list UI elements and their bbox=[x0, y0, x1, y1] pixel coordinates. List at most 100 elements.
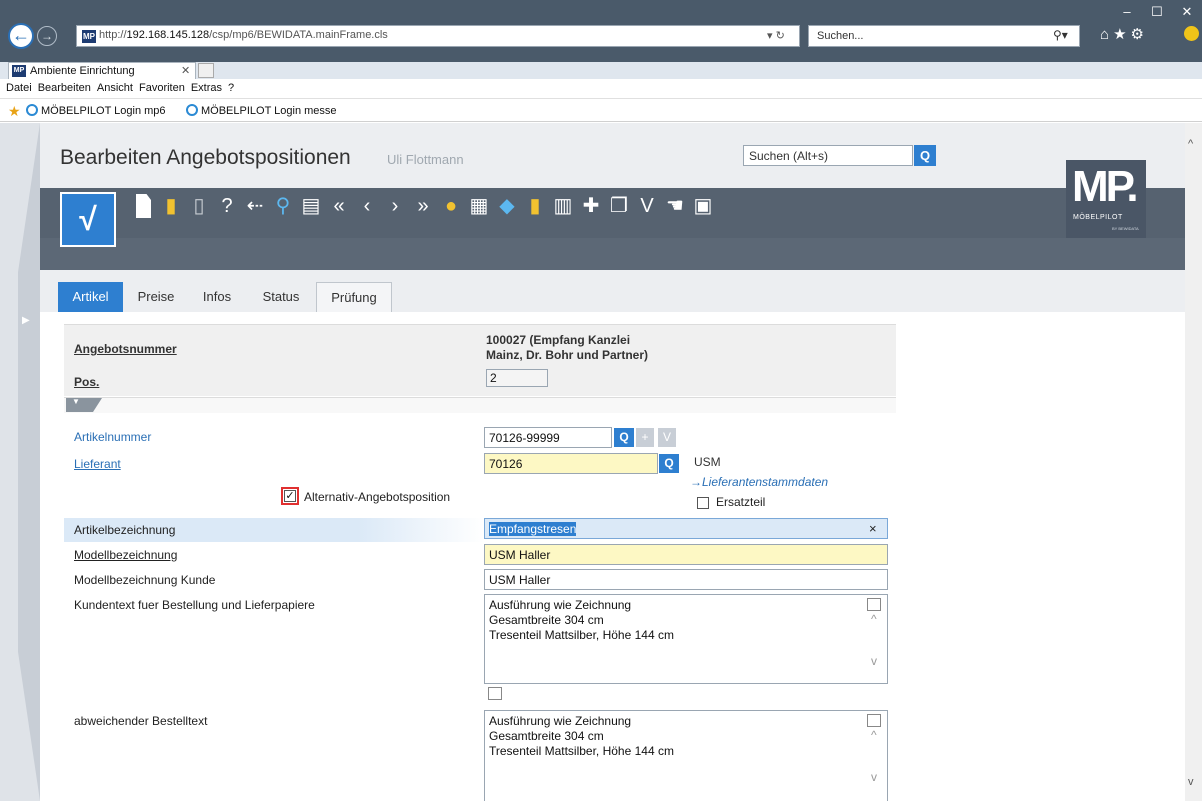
hand-document-icon[interactable]: ☚ bbox=[664, 194, 686, 218]
lieferant-input[interactable]: 70126 bbox=[484, 453, 658, 474]
ersatzteil-label: Ersatzteil bbox=[716, 495, 766, 509]
browser-search-input[interactable]: Suchen... ⚲▾ bbox=[808, 25, 1080, 47]
expand-arrow-icon[interactable]: ▶ bbox=[22, 315, 30, 326]
tab-preise[interactable]: Preise bbox=[126, 282, 186, 312]
collapse-arrow-icon[interactable]: ▼ bbox=[72, 397, 80, 406]
language-flag-icon[interactable]: ✚ bbox=[580, 194, 602, 218]
artikelnummer-label: Artikelnummer bbox=[74, 430, 152, 444]
tab-close-icon[interactable]: ✕ bbox=[181, 64, 190, 77]
pos-field[interactable]: 2 bbox=[486, 369, 548, 387]
last-record-icon[interactable]: » bbox=[412, 194, 434, 218]
pos-label[interactable]: Pos. bbox=[74, 375, 99, 389]
artikelnummer-search-button[interactable]: Q bbox=[614, 428, 634, 447]
refresh-icon[interactable]: ▾ ↻ bbox=[767, 29, 785, 42]
scroll-up-icon[interactable]: ^ bbox=[1188, 138, 1193, 150]
angebotsnummer-label[interactable]: Angebotsnummer bbox=[74, 342, 177, 356]
vertical-scrollbar[interactable] bbox=[1185, 123, 1202, 801]
boxes-icon[interactable]: ◆ bbox=[496, 194, 518, 218]
lieferantenstammdaten-link[interactable]: →Lieferantenstammdaten bbox=[690, 475, 828, 489]
first-record-icon[interactable]: « bbox=[328, 194, 350, 218]
app-search-button[interactable]: Q bbox=[914, 145, 936, 166]
previous-record-icon[interactable]: ‹ bbox=[356, 194, 378, 218]
text-compare-icon[interactable]: ▣ bbox=[692, 194, 714, 218]
artikelbezeichnung-input[interactable]: Empfangstresen bbox=[484, 518, 888, 539]
artikel-variant-icon[interactable]: V bbox=[658, 428, 676, 447]
kundentext-line: Tresenteil Mattsilber, Höhe 144 cm bbox=[489, 628, 674, 642]
scroll-down-chevron-icon[interactable]: v bbox=[871, 770, 877, 784]
bestelltext-textarea[interactable]: Ausführung wie Zeichnung Gesamtbreite 30… bbox=[484, 710, 888, 801]
angebotsnummer-value-line2: Mainz, Dr. Bohr und Partner) bbox=[486, 348, 649, 362]
help-icon[interactable]: ? bbox=[216, 194, 238, 218]
maximize-icon[interactable]: ☐ bbox=[1142, 4, 1172, 20]
modellbezeichnung-kunde-input[interactable]: USM Haller bbox=[484, 569, 888, 590]
logo-subtext: BY BEWIDATA bbox=[1112, 226, 1139, 231]
artikelbezeichnung-label: Artikelbezeichnung bbox=[74, 523, 176, 537]
lieferant-search-button[interactable]: Q bbox=[659, 454, 679, 473]
tab-artikel[interactable]: Artikel bbox=[58, 282, 123, 312]
toolbar-icons: ▮ ▯? ⇠ ⚲ ▤ «‹ ›» ● ▦ ◆ ▮ ▥ ✚ ❐ V ☚ ▣ bbox=[132, 194, 720, 218]
browser-tab[interactable]: MP Ambiente Einrichtung ✕ bbox=[8, 62, 196, 79]
comment-icon[interactable] bbox=[867, 598, 881, 611]
feedback-smiley-icon[interactable] bbox=[1184, 26, 1199, 41]
variant-icon[interactable]: V bbox=[636, 194, 658, 218]
page-title: Bearbeiten Angebotspositionen bbox=[60, 146, 351, 169]
coins-icon[interactable]: ● bbox=[440, 194, 462, 218]
back-arrow-icon[interactable]: ⇠ bbox=[244, 194, 266, 218]
menu-extras[interactable]: Extras bbox=[191, 79, 222, 97]
tab-status[interactable]: Status bbox=[248, 282, 314, 312]
menu-favoriten[interactable]: Favoriten bbox=[139, 79, 185, 97]
tab-pruefung[interactable]: Prüfung bbox=[316, 282, 392, 312]
tab-title: Ambiente Einrichtung bbox=[30, 65, 135, 77]
artikelnummer-input[interactable]: 70126-99999 bbox=[484, 427, 612, 448]
browser-toolbar-icons[interactable]: ⌂★⚙ bbox=[1100, 25, 1148, 43]
menu-ansicht[interactable]: Ansicht bbox=[97, 79, 133, 97]
menu-help[interactable]: ? bbox=[228, 79, 234, 97]
copy-icon[interactable]: ❐ bbox=[608, 194, 630, 218]
menu-bearbeiten[interactable]: Bearbeiten bbox=[38, 79, 91, 97]
print-icon[interactable]: ▤ bbox=[300, 194, 322, 218]
window-controls: – ☐ ✕ bbox=[1112, 4, 1202, 20]
open-folder-icon[interactable]: ▮ bbox=[160, 194, 182, 218]
textblock-icon[interactable] bbox=[488, 687, 502, 700]
kundentext-textarea[interactable]: Ausführung wie Zeichnung Gesamtbreite 30… bbox=[484, 594, 888, 684]
next-record-icon[interactable]: › bbox=[384, 194, 406, 218]
search-magnifier-icon[interactable]: ⚲ bbox=[272, 194, 294, 218]
scroll-down-icon[interactable]: v bbox=[1188, 776, 1194, 788]
app-search-input[interactable]: Suchen (Alt+s) bbox=[743, 145, 913, 166]
forward-button[interactable]: → bbox=[37, 26, 57, 46]
report-icon[interactable]: ▦ bbox=[468, 194, 490, 218]
scroll-down-chevron-icon[interactable]: v bbox=[871, 654, 877, 668]
document-settings-icon[interactable]: ▥ bbox=[552, 194, 574, 218]
clear-input-icon[interactable]: × bbox=[869, 521, 877, 536]
scroll-up-chevron-icon[interactable]: ^ bbox=[871, 612, 877, 626]
delete-bin-icon[interactable]: ▯ bbox=[188, 194, 210, 218]
user-name: Uli Flottmann bbox=[387, 152, 464, 167]
minimize-icon[interactable]: – bbox=[1112, 4, 1142, 19]
logo-text: MÖBELPILOT bbox=[1073, 214, 1123, 221]
ersatzteil-checkbox[interactable] bbox=[697, 497, 709, 509]
artikel-add-icon[interactable]: + bbox=[636, 428, 654, 447]
address-bar[interactable]: MP http://192.168.145.128/csp/mp6/BEWIDA… bbox=[76, 25, 800, 47]
lieferant-label[interactable]: Lieferant bbox=[74, 457, 121, 471]
save-confirm-button[interactable]: √ bbox=[60, 192, 116, 247]
collapse-bar bbox=[64, 397, 896, 413]
new-tab-button[interactable] bbox=[198, 63, 214, 78]
menu-datei[interactable]: Datei bbox=[6, 79, 32, 97]
scroll-up-chevron-icon[interactable]: ^ bbox=[871, 728, 877, 742]
search-icon[interactable]: ⚲▾ bbox=[1053, 28, 1068, 42]
favorite-link-messe[interactable]: MÖBELPILOT Login messe bbox=[186, 104, 337, 117]
modellbezeichnung-label[interactable]: Modellbezeichnung bbox=[74, 548, 177, 562]
close-window-icon[interactable]: ✕ bbox=[1172, 4, 1202, 20]
back-button[interactable]: ← bbox=[8, 23, 34, 49]
logo-mark: MP. bbox=[1072, 162, 1139, 211]
new-document-icon[interactable] bbox=[136, 194, 151, 218]
tab-infos[interactable]: Infos bbox=[188, 282, 246, 312]
add-favorite-icon[interactable]: ★ bbox=[8, 103, 21, 120]
favorites-bar: ★ MÖBELPILOT Login mp6 MÖBELPILOT Login … bbox=[0, 100, 1202, 122]
moebelpilot-logo: MP. MÖBELPILOT BY BEWIDATA bbox=[1066, 160, 1146, 238]
folder-star-icon[interactable]: ▮ bbox=[524, 194, 546, 218]
modellbezeichnung-input[interactable]: USM Haller bbox=[484, 544, 888, 565]
favorite-link-mp6[interactable]: MÖBELPILOT Login mp6 bbox=[26, 104, 166, 117]
comment-icon[interactable] bbox=[867, 714, 881, 727]
modellbezeichnung-kunde-label: Modellbezeichnung Kunde bbox=[74, 573, 216, 587]
